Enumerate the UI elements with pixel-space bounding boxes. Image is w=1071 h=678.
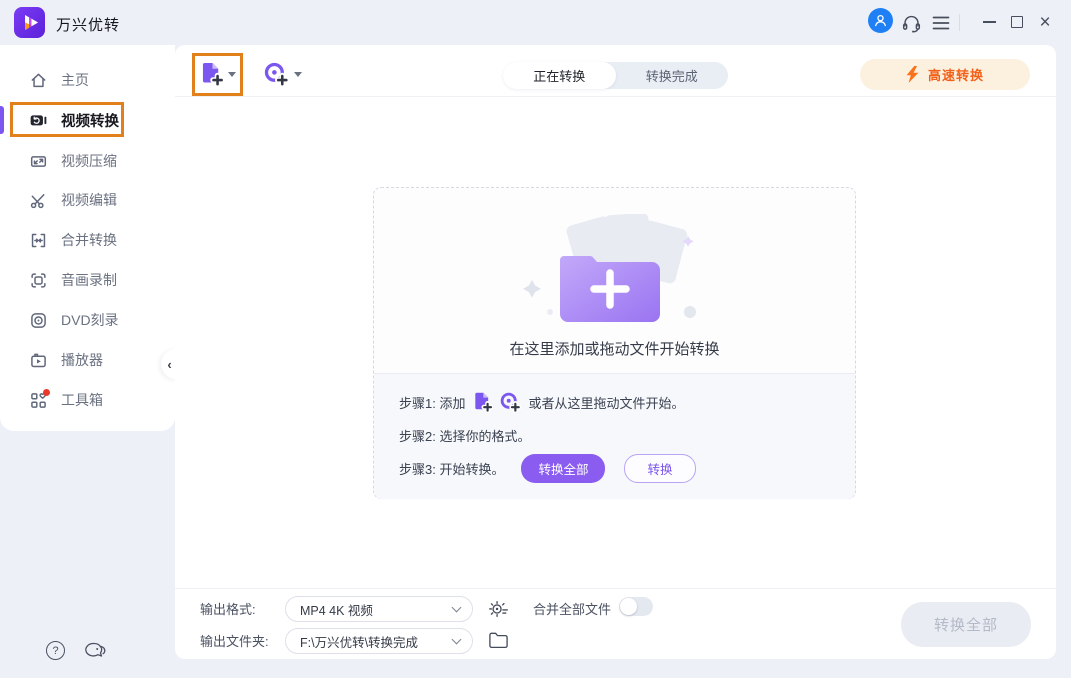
- step-1-text: 步骤1: 添加: [399, 396, 466, 411]
- output-folder-value: F:\万兴优转\转换完成: [300, 635, 419, 650]
- sidebar-item-merge-convert[interactable]: 合并转换: [0, 220, 175, 260]
- add-file-icon: [202, 62, 224, 87]
- output-format-value: MP4 4K 视频: [300, 603, 373, 618]
- feedback-icon: [85, 642, 106, 657]
- folder-plus-illustration: [520, 212, 710, 339]
- add-disc-button[interactable]: [255, 53, 311, 96]
- notification-badge: [43, 388, 50, 396]
- sidebar-item-record[interactable]: 音画录制: [0, 260, 175, 300]
- app-window: { "window": { "title": "万兴优转" }, "sideba…: [0, 0, 1071, 678]
- sidebar-item-toolbox[interactable]: 工具箱: [0, 380, 175, 420]
- sidebar-item-label: 播放器: [61, 352, 103, 368]
- merge-all-label: 合并全部文件: [533, 602, 612, 617]
- video-compress-icon: [30, 153, 47, 170]
- chevron-down-icon: [294, 72, 302, 77]
- sidebar-item-video-compress[interactable]: 视频压缩: [0, 141, 175, 181]
- question-icon: ?: [52, 644, 59, 657]
- step-1: 步骤1: 添加 或者从这里拖动文件开始。: [399, 389, 855, 416]
- dropzone-steps: 步骤1: 添加 或者从这里拖动文件开始。 步骤2: 选择你的格式。 步骤3: 开…: [374, 373, 855, 499]
- step-2: 步骤2: 选择你的格式。: [399, 422, 855, 449]
- folder-icon[interactable]: [487, 629, 509, 651]
- home-icon: [30, 72, 47, 89]
- player-icon: [30, 352, 47, 369]
- annotation-highlight-sidebar: [10, 102, 124, 137]
- add-disc-icon: [264, 62, 289, 87]
- sidebar-item-label: 音画录制: [61, 272, 117, 288]
- sidebar-item-label: 工具箱: [61, 392, 103, 408]
- help-button[interactable]: ?: [46, 641, 65, 660]
- dvd-icon: [30, 312, 47, 329]
- merge-icon: [30, 232, 47, 249]
- sidebar: 主页 视频转换 视频压缩 视频编辑 合并转换 音画录制 DVD刻录 播放器 工具…: [0, 45, 175, 431]
- sidebar-item-player[interactable]: 播放器: [0, 340, 175, 380]
- step-3: 步骤3: 开始转换。 转换全部 转换: [399, 454, 855, 483]
- video-convert-icon: [30, 112, 47, 129]
- step-3-text: 步骤3: 开始转换。: [399, 462, 505, 477]
- output-format-select[interactable]: MP4 4K 视频: [285, 596, 473, 622]
- scissors-icon: [30, 192, 47, 209]
- convert-all-button[interactable]: 转换全部: [901, 602, 1031, 647]
- merge-all-toggle[interactable]: [619, 597, 653, 616]
- output-folder-label: 输出文件夹:: [200, 634, 269, 649]
- maximize-icon[interactable]: [1003, 8, 1031, 36]
- format-settings-gear-icon[interactable]: [487, 597, 509, 619]
- collapse-arrow-icon: ‹: [167, 356, 172, 372]
- toggle-knob: [620, 598, 637, 615]
- chevron-down-icon: [451, 602, 462, 612]
- add-disc-icon[interactable]: [500, 392, 522, 413]
- app-title: 万兴优转: [56, 17, 121, 34]
- close-icon[interactable]: ×: [1031, 8, 1059, 36]
- output-format-label: 输出格式:: [200, 602, 256, 617]
- add-file-icon[interactable]: [472, 392, 494, 413]
- chevron-down-icon: [228, 72, 236, 77]
- sidebar-item-video-edit[interactable]: 视频编辑: [0, 180, 175, 220]
- sidebar-item-video-convert[interactable]: 视频转换: [0, 100, 175, 140]
- content-toolbar: 正在转换 转换完成 高速转换: [175, 45, 1056, 97]
- chevron-down-icon: [451, 634, 462, 644]
- sidebar-item-dvd-burn[interactable]: DVD刻录: [0, 300, 175, 340]
- lightning-icon: [906, 66, 919, 83]
- sidebar-item-label: 主页: [61, 72, 89, 88]
- main-panel: 正在转换 转换完成 高速转换 在这里添加或拖动文件开始转换 步骤1: 添加 或者…: [175, 45, 1056, 659]
- titlebar-divider: [959, 14, 960, 31]
- active-indicator: [0, 106, 4, 134]
- output-settings-bar: 输出格式: MP4 4K 视频 合并全部文件 输出文件夹: F:\万兴优转\转换…: [175, 588, 1056, 659]
- speed-button-label: 高速转换: [927, 68, 984, 83]
- titlebar: 万兴优转 ×: [0, 0, 1071, 45]
- tab-converted[interactable]: 转换完成: [616, 62, 729, 89]
- user-avatar-icon[interactable]: [868, 8, 893, 33]
- tab-converting[interactable]: 正在转换: [503, 62, 616, 89]
- convert-pill-button[interactable]: 转换: [624, 454, 696, 483]
- file-dropzone[interactable]: 在这里添加或拖动文件开始转换 步骤1: 添加 或者从这里拖动文件开始。 步骤2:…: [373, 187, 856, 499]
- step-1-suffix: 或者从这里拖动文件开始。: [528, 396, 685, 411]
- minimize-icon[interactable]: [975, 8, 1003, 36]
- headset-icon[interactable]: [899, 11, 923, 35]
- sidebar-item-label: 合并转换: [61, 232, 117, 248]
- sidebar-item-label: DVD刻录: [61, 312, 119, 328]
- sidebar-item-home[interactable]: 主页: [0, 60, 175, 100]
- sidebar-item-label: 视频压缩: [61, 153, 117, 169]
- sidebar-item-label: 视频编辑: [61, 192, 117, 208]
- feedback-button[interactable]: [84, 642, 107, 666]
- dropzone-upper: 在这里添加或拖动文件开始转换: [374, 188, 855, 373]
- record-icon: [30, 272, 47, 289]
- convert-all-pill-button[interactable]: 转换全部: [521, 454, 606, 483]
- menu-icon[interactable]: [929, 11, 953, 35]
- toolbox-icon: [30, 388, 50, 409]
- high-speed-convert-button[interactable]: 高速转换: [860, 59, 1030, 90]
- convert-status-tabs: 正在转换 转换完成: [503, 62, 728, 89]
- annotation-highlight-add-file[interactable]: [192, 53, 243, 96]
- app-logo-icon: [14, 7, 45, 38]
- output-folder-select[interactable]: F:\万兴优转\转换完成: [285, 628, 473, 654]
- step-2-text: 步骤2: 选择你的格式。: [399, 429, 531, 444]
- dropzone-title: 在这里添加或拖动文件开始转换: [509, 341, 720, 358]
